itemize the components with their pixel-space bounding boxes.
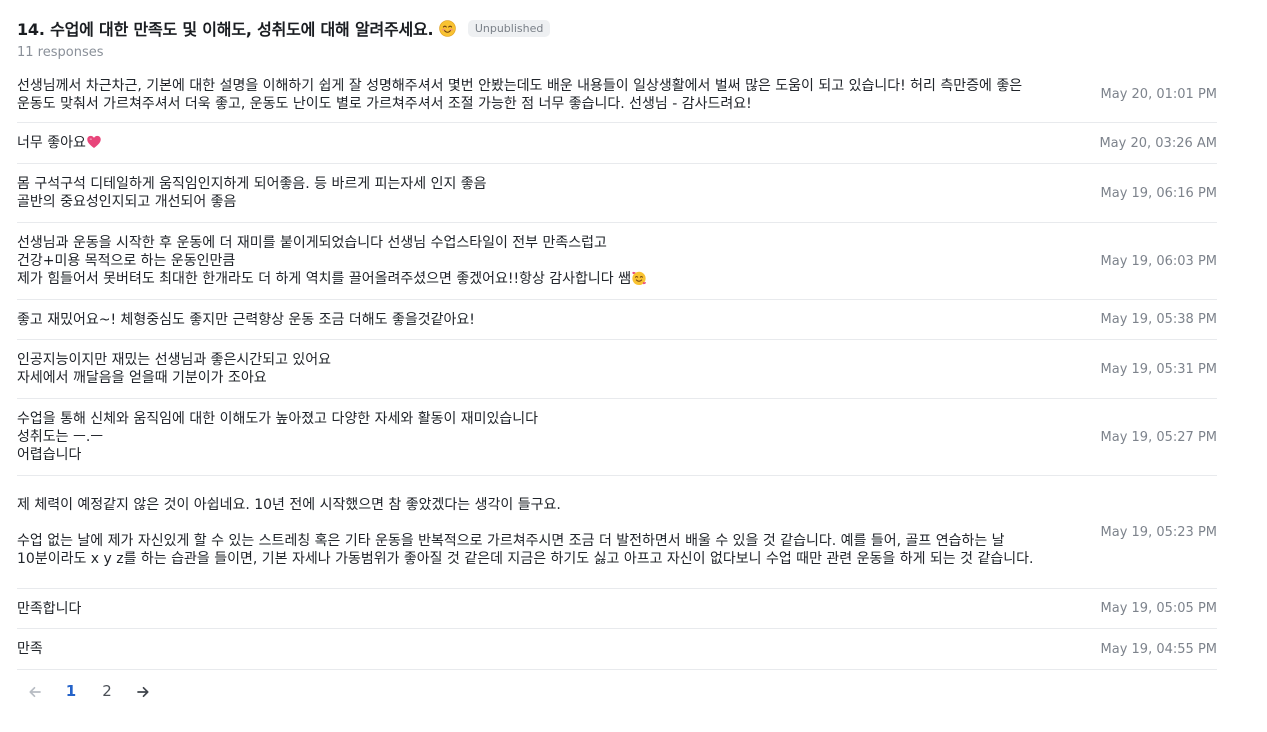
list-item: 인공지능이지만 재밌는 선생님과 좋은시간되고 있어요 자세에서 깨달음을 얻을… (17, 340, 1217, 399)
response-timestamp: May 19, 05:27 PM (1100, 429, 1217, 445)
response-text: 너무 좋아요 (17, 135, 86, 151)
list-item: 몸 구석구석 디테일하게 움직임인지하게 되어좋음. 등 바르게 피는자세 인지… (17, 164, 1217, 223)
response-count: 11 responses (17, 45, 104, 60)
response-timestamp: May 19, 06:03 PM (1100, 253, 1217, 269)
list-item: 선생님께서 차근차근, 기본에 대한 설명을 이해하기 쉽게 잘 성명해주셔서 … (17, 67, 1217, 123)
list-item: 선생님과 운동을 시작한 후 운동에 더 재미를 붙이게되었습니다 선생님 수업… (17, 223, 1217, 300)
previous-page-button[interactable] (17, 682, 53, 700)
next-page-button[interactable] (125, 682, 161, 700)
status-badge: Unpublished (467, 19, 551, 37)
list-item: 너무 좋아요 May 20, 03:26 AM (17, 123, 1217, 164)
question-title: 14. 수업에 대한 만족도 및 이해도, 성취도에 대해 알려주세요. (17, 16, 456, 40)
arrow-left-icon (29, 686, 41, 697)
response-timestamp: May 19, 04:55 PM (1100, 641, 1217, 657)
response-timestamp: May 19, 05:23 PM (1100, 524, 1217, 540)
response-text: 몸 구석구석 디테일하게 움직임인지하게 되어좋음. 등 바르게 피는자세 인지… (17, 176, 487, 210)
list-item: 제 체력이 예정같지 않은 것이 아쉽네요. 10년 전에 시작했으면 참 좋았… (17, 476, 1217, 589)
response-text: 선생님께서 차근차근, 기본에 대한 설명을 이해하기 쉽게 잘 성명해주셔서 … (17, 77, 1027, 112)
smiling-face-icon (439, 20, 456, 37)
response-text: 제 체력이 예정같지 않은 것이 아쉽네요. 10년 전에 시작했으면 참 좋았… (17, 497, 1034, 567)
arrow-right-icon (137, 686, 149, 697)
smiling-face-with-hearts-icon (632, 271, 646, 286)
response-text-wrap: 선생님과 운동을 시작한 후 운동에 더 재미를 붙이게되었습니다 선생님 수업… (17, 234, 1077, 288)
survey-question-panel: 14. 수업에 대한 만족도 및 이해도, 성취도에 대해 알려주세요. Unp… (0, 0, 1267, 703)
question-title-text: 14. 수업에 대한 만족도 및 이해도, 성취도에 대해 알려주세요. (17, 20, 434, 39)
response-text-wrap: 너무 좋아요 (17, 134, 1077, 152)
response-timestamp: May 19, 05:31 PM (1100, 361, 1217, 377)
response-text: 만족합니다 (17, 600, 82, 617)
response-timestamp: May 20, 01:01 PM (1100, 87, 1217, 102)
response-timestamp: May 19, 05:38 PM (1100, 312, 1217, 327)
response-list: 선생님께서 차근차근, 기본에 대한 설명을 이해하기 쉽게 잘 성명해주셔서 … (17, 67, 1217, 670)
response-timestamp: May 20, 03:26 AM (1099, 135, 1217, 151)
question-header: 14. 수업에 대한 만족도 및 이해도, 성취도에 대해 알려주세요. Unp… (17, 0, 1217, 40)
response-text: 좋고 재밌어요~! 체형중심도 좋지만 근력향상 운동 조금 더해도 좋을것같아… (17, 311, 475, 328)
response-text: 수업을 통해 신체와 움직임에 대한 이해도가 높아졌고 다양한 자세와 활동이… (17, 411, 539, 463)
page-2-button[interactable]: 2 (89, 682, 125, 700)
list-item: 만족 May 19, 04:55 PM (17, 629, 1217, 670)
list-item: 수업을 통해 신체와 움직임에 대한 이해도가 높아졌고 다양한 자세와 활동이… (17, 399, 1217, 476)
response-timestamp: May 19, 06:16 PM (1100, 185, 1217, 201)
response-timestamp: May 19, 05:05 PM (1100, 601, 1217, 616)
list-item: 좋고 재밌어요~! 체형중심도 좋지만 근력향상 운동 조금 더해도 좋을것같아… (17, 300, 1217, 340)
page-1-button[interactable]: 1 (53, 682, 89, 700)
pagination: 1 2 (17, 679, 1217, 703)
pink-heart-icon (87, 135, 101, 148)
response-text: 만족 (17, 641, 43, 657)
list-item: 만족합니다 May 19, 05:05 PM (17, 589, 1217, 629)
response-text: 인공지능이지만 재밌는 선생님과 좋은시간되고 있어요 자세에서 깨달음을 얻을… (17, 352, 332, 386)
response-text: 선생님과 운동을 시작한 후 운동에 더 재미를 붙이게되었습니다 선생님 수업… (17, 235, 632, 287)
